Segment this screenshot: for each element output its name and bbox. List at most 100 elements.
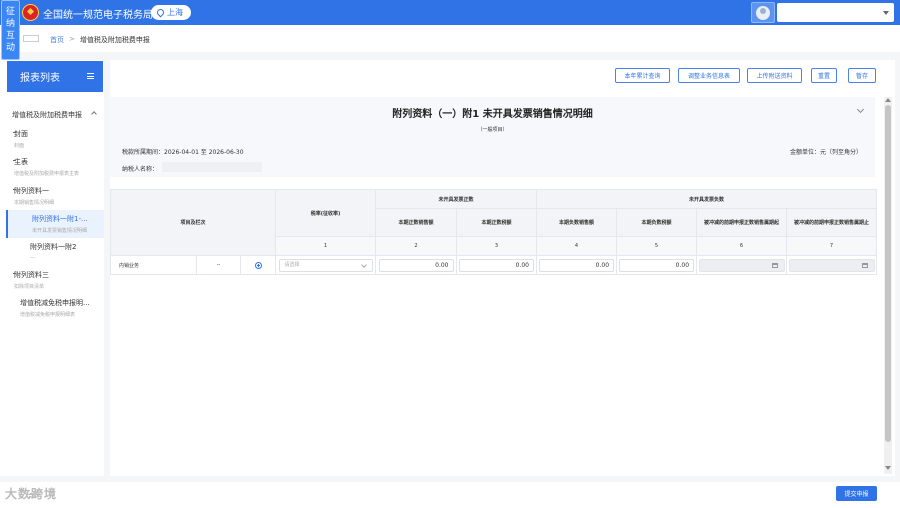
sidebar-item-sub: 增值税减免税申报明细表 [20,312,76,318]
user-account-select[interactable] [777,3,894,22]
form-subtitle: （一般项目） [477,127,508,133]
save-draft-button[interactable]: 暂存 [848,68,876,83]
adjust-business-info-button[interactable]: 调整业务信息表 [678,68,740,83]
column-number: 4 [536,236,618,256]
form-content: 本年累计查询 调整业务信息表 上传附送资料 重置 暂存 附列资料（一）附1 未开… [110,60,895,476]
tax-rate-select[interactable]: 请选择 [278,258,373,272]
sidebar-item-label: 附列资料三 [14,271,49,279]
column-number: 5 [616,236,698,256]
row-dash: -- [196,255,241,275]
header-group-negative: 未开具发票负数 [536,189,878,209]
header-col: 本期正数销售额 [375,208,457,237]
region-selector[interactable]: 上海 [151,5,191,20]
sidebar-item-label: 主表 [14,158,28,166]
sidebar-item-schedule-1-attach-1[interactable]: 附列资料一附1-... 未开具发票销售情况明细 [6,210,104,238]
interaction-float-tab[interactable]: 征纳互动 [1,0,20,60]
breadcrumb-bar: 首页 > 增值税及附加税费申报 [0,25,900,52]
taxpayer-name-label: 纳税人名称： [122,166,159,173]
header-group-positive: 未开具发票正数 [374,189,538,209]
sidebar-item-label: 附列资料一附2 [30,243,77,251]
reset-button[interactable]: 重置 [811,68,837,83]
breadcrumb: 首页 > 增值税及附加税费申报 [50,35,150,45]
amount-cell: 0.00 [455,255,538,275]
submit-declaration-button[interactable]: 提交申报 [836,486,877,501]
menu-icon[interactable] [87,73,94,79]
sidebar-item-sub: — [30,255,35,261]
avatar[interactable] [751,2,775,23]
breadcrumb-home-link[interactable]: 首页 [50,35,64,45]
chevron-up-icon[interactable] [91,111,97,117]
user-icon [756,5,770,20]
header-col: 本期正数税额 [455,208,538,237]
region-label: 上海 [167,8,183,17]
amount-cell: 0.00 [375,255,457,275]
sidebar-item-cover[interactable]: 封面 封面 [13,129,104,149]
sidebar-item-tax-relief[interactable]: 增值税减免税申报明... 增值税减免税申报明细表 [20,298,110,318]
scroll-up-arrow-icon[interactable] [885,98,891,102]
sidebar-item-schedule-3[interactable]: 附列资料三 扣除项目清单 [13,270,104,290]
chevron-down-icon [883,11,889,15]
sidebar-group-title[interactable]: 增值税及附加税费申报 [12,110,82,120]
top-header: 全国统一规范电子税务局 上海 [0,0,900,25]
add-row-cell [240,255,276,275]
header-col: 被冲减的前期申报正数销售属期起 [696,208,788,237]
sidebar-item-sub: 本期销售情况明细 [14,200,55,206]
tax-emblem-icon [22,4,39,21]
sidebar-item-sub: 增值税及附加税费申报表主表 [14,171,80,177]
sidebar-item-schedule-1[interactable]: 附列资料一 本期销售情况明细 [13,186,104,206]
period-end-date-picker[interactable] [788,258,875,272]
tax-period-value: 2026-04-01 至 2026-06-30 [164,149,244,156]
rate-cell: 请选择 [275,255,376,275]
form-title: 附列资料（一）附1 未开具发票销售情况明细 [392,109,593,120]
upload-attachments-button[interactable]: 上传附送资料 [747,68,802,83]
bullet-icon [13,273,16,274]
header-col: 被冲减的前期申报正数销售属期止 [786,208,878,237]
float-tab-label: 征纳互动 [5,7,15,53]
sidebar-item-sub: 封面 [14,143,25,149]
sidebar-title: 报表列表 [20,73,60,84]
table-row: 内销业务 -- 请选择 0.00 0.00 0.00 0.00 [110,255,878,275]
column-number: 1 [275,236,376,256]
header-col: 本期负数销售额 [536,208,618,237]
date-cell [696,255,788,275]
sidebar-item-schedule-1-attach-2[interactable]: 附列资料一附2 — [30,242,100,261]
footer-bar: 合计 大数跨境 提交申报 [0,482,900,508]
calendar-icon [861,262,868,268]
column-number: 7 [786,236,878,256]
breadcrumb-current: 增值税及附加税费申报 [79,36,150,44]
watermark: 大数跨境 [5,487,58,501]
negative-tax-input[interactable]: 0.00 [619,258,695,272]
form-header: 附列资料（一）附1 未开具发票销售情况明细 （一般项目） 税款所属期间：2026… [110,97,875,177]
amount-cell: 0.00 [536,255,618,275]
scroll-down-arrow-icon[interactable] [885,466,891,470]
back-icon[interactable] [23,35,39,42]
sidebar-item-label: 附列资料一 [14,187,49,195]
add-circle-icon[interactable] [254,261,262,269]
column-number: 2 [375,236,457,256]
positive-tax-input[interactable]: 0.00 [459,258,534,272]
report-sidebar: 报表列表 增值税及附加税费申报 封面 封面 主表 增值税及附加税费申报表主表 附… [0,60,104,476]
annual-total-query-button[interactable]: 本年累计查询 [615,68,670,83]
header-col: 本期负数税额 [616,208,698,237]
sidebar-item-label: 增值税减免税申报明... [20,299,90,307]
positive-sales-input[interactable]: 0.00 [378,258,454,272]
taxpayer-name-value [162,162,262,172]
header-rate: 税率(征收率) [275,189,376,237]
row-label: 内销业务 [110,255,197,275]
tax-period-label: 税款所属期间： [122,149,165,156]
invoice-sales-table: 项目及栏次 税率(征收率) 未开具发票正数 未开具发票负数 本期正数销售额 本期… [110,189,878,275]
calendar-icon [771,262,778,268]
column-number: 6 [696,236,788,256]
bullet-icon [13,160,16,161]
sidebar-item-main-table[interactable]: 主表 增值税及附加税费申报表主表 [13,157,104,177]
sidebar-item-sub: 未开具发票销售情况明细 [32,228,88,234]
scrollbar-thumb[interactable] [885,105,891,442]
negative-sales-input[interactable]: 0.00 [539,258,615,272]
bullet-icon [13,132,16,133]
breadcrumb-separator: > [69,35,75,43]
tax-period: 税款所属期间：2026-04-01 至 2026-06-30 [122,147,244,156]
sidebar-item-sub: 扣除项目清单 [14,284,45,290]
amount-unit: 金额单位：元（列至角分） [789,149,862,156]
period-start-date-picker[interactable] [698,258,785,272]
bullet-icon [13,189,16,190]
